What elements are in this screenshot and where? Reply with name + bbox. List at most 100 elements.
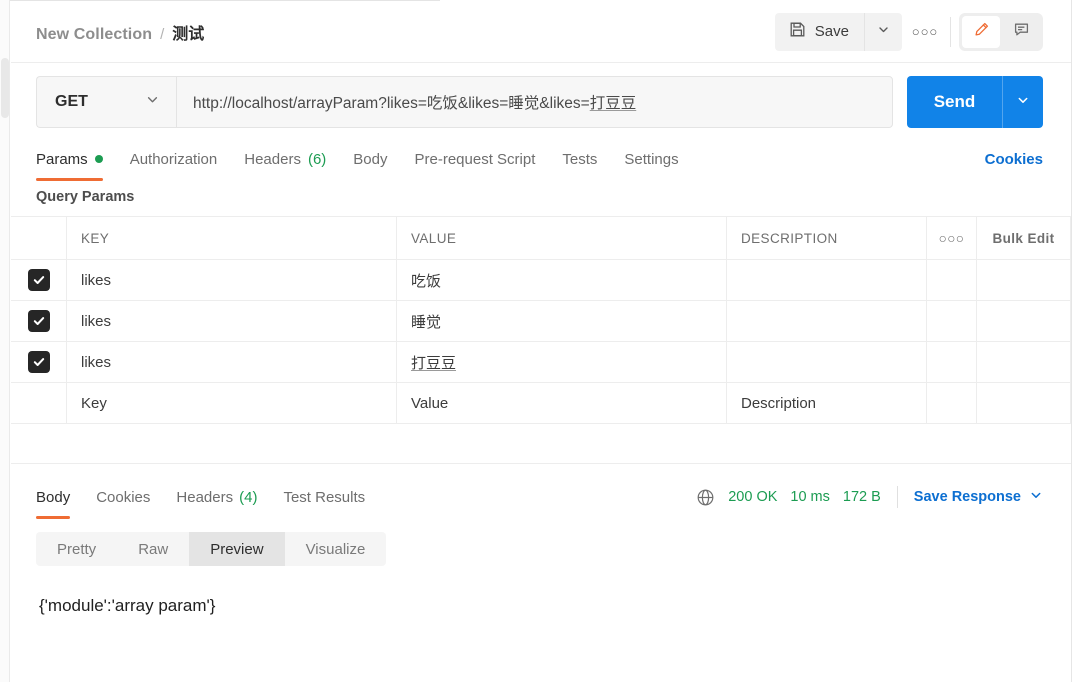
row-key[interactable]: likes <box>66 259 397 301</box>
row-value[interactable]: 吃饭 <box>396 259 727 301</box>
response-meta-divider <box>896 486 898 508</box>
url-bar: GET http://localhost/arrayParam?likes=吃饭… <box>11 63 1071 141</box>
view-mode-preview[interactable]: Preview <box>189 532 285 566</box>
table-row: likes 吃饭 <box>11 259 1071 301</box>
response-tab-headers-label: Headers <box>176 488 234 506</box>
response-meta: 200 OK 10 ms 172 B Save Response <box>696 486 1043 508</box>
tab-pre-request-script[interactable]: Pre-request Script <box>415 141 536 177</box>
tab-tests-label: Tests <box>562 150 598 168</box>
row-value[interactable]: 打豆豆 <box>396 341 727 383</box>
row-checkbox[interactable] <box>28 269 50 291</box>
breadcrumb-collection[interactable]: New Collection <box>36 26 152 44</box>
tab-params-label: Params <box>36 150 88 168</box>
right-side-pane <box>1072 0 1089 682</box>
save-button-group: Save <box>774 12 902 51</box>
params-modified-dot-icon <box>94 155 103 163</box>
left-scrollbar-thumb[interactable] <box>1 58 9 118</box>
chevron-down-icon <box>1016 93 1030 112</box>
save-response-label: Save Response <box>913 489 1021 505</box>
response-tab-cookies[interactable]: Cookies <box>96 478 150 516</box>
view-mode-raw[interactable]: Raw <box>117 532 189 566</box>
edit-request-button[interactable] <box>962 15 1000 48</box>
row-description[interactable] <box>726 259 927 301</box>
row-checkbox-cell <box>11 300 67 342</box>
send-button[interactable]: Send <box>907 76 1002 128</box>
comments-button[interactable] <box>1002 16 1040 48</box>
row-end-cell <box>976 300 1071 342</box>
row-description[interactable] <box>726 341 927 383</box>
tab-settings-label: Settings <box>624 150 679 168</box>
response-tab-headers[interactable]: Headers (4) <box>176 478 257 516</box>
tab-tests[interactable]: Tests <box>562 141 597 177</box>
save-response-button[interactable]: Save Response <box>914 488 1043 506</box>
save-button[interactable]: Save <box>775 13 864 51</box>
send-button-group: Send <box>907 76 1043 128</box>
row-key[interactable]: likes <box>66 300 397 342</box>
row-key[interactable]: likes <box>66 341 397 383</box>
row-options-cell <box>926 259 977 301</box>
tab-authorization[interactable]: Authorization <box>130 141 218 177</box>
response-status[interactable]: 200 OK <box>728 489 777 505</box>
table-row: likes 睡觉 <box>11 300 1071 342</box>
tab-body[interactable]: Body <box>353 141 387 177</box>
tab-pre-request-script-label: Pre-request Script <box>414 150 536 168</box>
row-end-cell <box>976 259 1071 301</box>
response-time[interactable]: 10 ms <box>790 489 830 505</box>
tab-headers[interactable]: Headers (6) <box>244 141 326 177</box>
column-header-description: DESCRIPTION <box>726 216 927 260</box>
postman-request-window: New Collection / 测试 Save ○○○ GET http://… <box>0 0 1089 682</box>
tab-headers-label: Headers <box>244 150 301 168</box>
response-tab-body[interactable]: Body <box>36 478 71 519</box>
http-method-select[interactable]: GET <box>36 76 176 128</box>
column-header-value: VALUE <box>396 216 727 260</box>
save-dropdown-button[interactable] <box>864 12 902 51</box>
header-divider <box>950 16 951 47</box>
response-tab-cookies-label: Cookies <box>96 488 151 506</box>
params-options-button[interactable]: ○○○ <box>926 216 977 260</box>
tab-params[interactable]: Params <box>36 141 103 181</box>
send-dropdown-button[interactable] <box>1002 76 1043 128</box>
url-text-suffix: 打豆豆 <box>589 95 637 112</box>
globe-icon[interactable] <box>696 488 715 507</box>
response-body-preview: {'module':'array param'} <box>39 596 216 615</box>
pencil-icon <box>973 21 990 43</box>
tab-authorization-label: Authorization <box>129 150 218 168</box>
response-tab-test-results-label: Test Results <box>283 488 366 506</box>
table-row: likes 打豆豆 <box>11 341 1071 383</box>
row-end-cell <box>976 382 1071 424</box>
breadcrumb-separator: / <box>160 25 165 43</box>
new-value-input[interactable]: Value <box>396 382 727 424</box>
cookies-link[interactable]: Cookies <box>985 151 1043 168</box>
request-tabs: Params Authorization Headers (6) Body Pr… <box>11 141 1071 181</box>
chevron-down-icon <box>1029 488 1043 506</box>
tab-headers-count: (6) <box>307 150 327 168</box>
row-value[interactable]: 睡觉 <box>396 300 727 342</box>
row-description[interactable] <box>726 300 927 342</box>
row-checkbox-cell <box>11 259 67 301</box>
bulk-edit-button[interactable]: Bulk Edit <box>976 216 1071 260</box>
row-options-cell <box>926 341 977 383</box>
response-size[interactable]: 172 B <box>843 489 881 505</box>
new-key-input[interactable]: Key <box>66 382 397 424</box>
breadcrumb-current-request[interactable]: 测试 <box>172 20 204 44</box>
tab-settings[interactable]: Settings <box>624 141 678 177</box>
view-mode-pretty[interactable]: Pretty <box>36 532 117 566</box>
ellipsis-icon: ○○○ <box>911 24 939 39</box>
breadcrumb: New Collection / 测试 <box>11 20 204 44</box>
view-mode-visualize[interactable]: Visualize <box>285 532 387 566</box>
chevron-down-icon <box>145 92 160 112</box>
row-checkbox[interactable] <box>28 351 50 373</box>
new-description-input[interactable]: Description <box>726 382 927 424</box>
left-scrollbar-track[interactable] <box>0 0 10 682</box>
response-tab-test-results[interactable]: Test Results <box>283 478 365 516</box>
response-tabs: Body Cookies Headers (4) Test Results 20… <box>11 478 1071 519</box>
response-tab-headers-count: (4) <box>239 488 258 506</box>
comment-icon <box>1013 21 1030 43</box>
url-input[interactable]: http://localhost/arrayParam?likes=吃饭&lik… <box>176 76 893 128</box>
query-params-table: KEY VALUE DESCRIPTION ○○○ Bulk Edit like… <box>11 216 1071 424</box>
request-content: New Collection / 测试 Save ○○○ GET http://… <box>11 1 1071 682</box>
more-actions-button[interactable]: ○○○ <box>902 13 948 51</box>
row-checkbox[interactable] <box>28 310 50 332</box>
header-actions: Save ○○○ <box>774 12 1071 51</box>
row-options-cell <box>926 382 977 424</box>
